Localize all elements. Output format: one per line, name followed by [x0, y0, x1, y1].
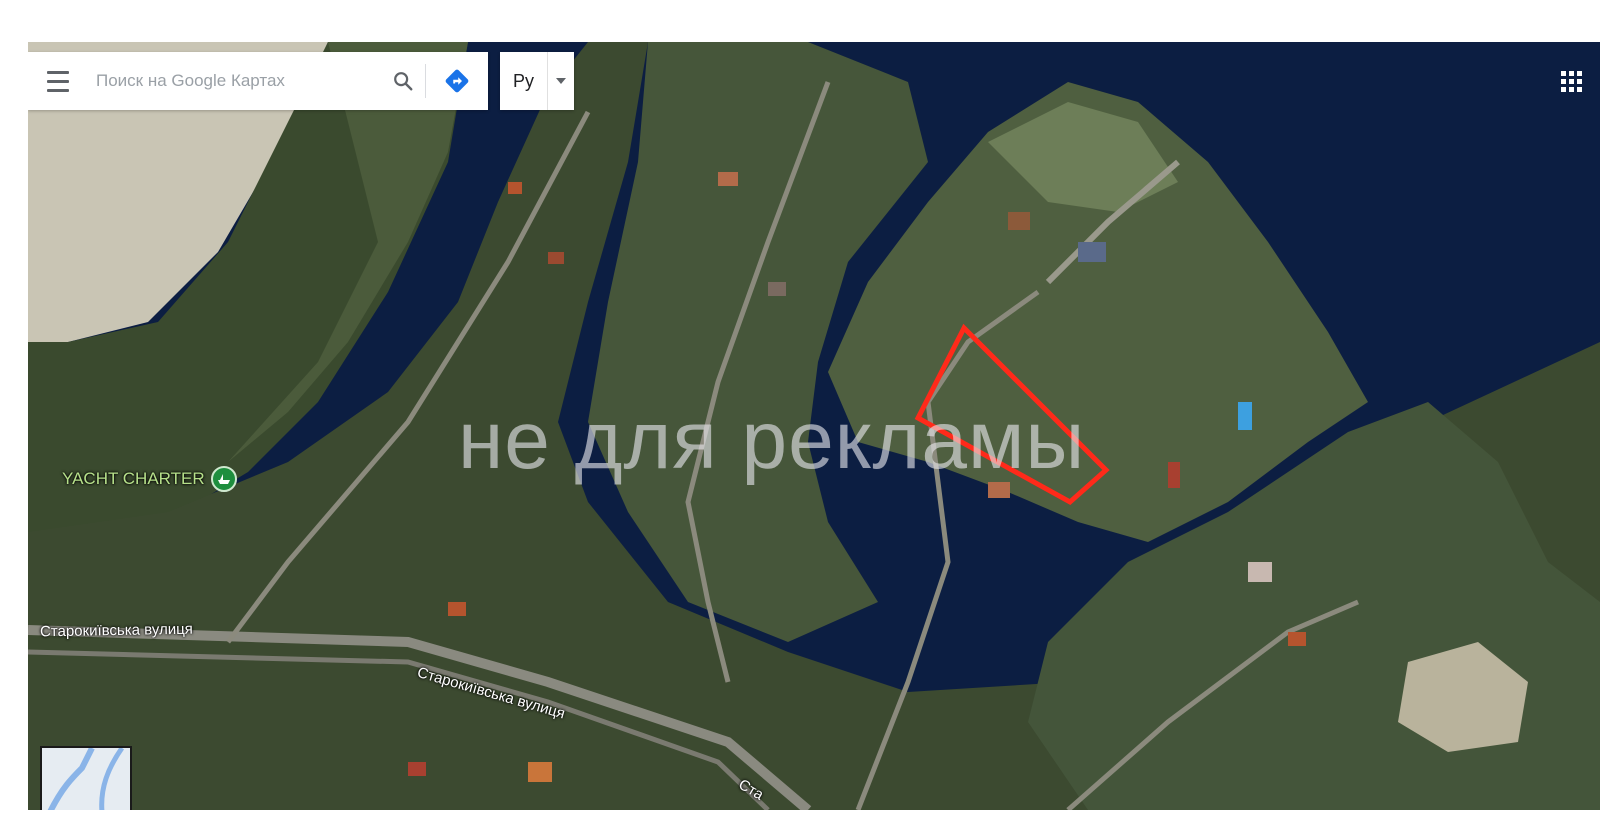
language-selector[interactable]: Ру	[500, 52, 574, 110]
language-label: Ру	[512, 70, 534, 91]
watermark: не для рекламы	[458, 395, 1086, 486]
street-label: Старокиївська вулиця	[39, 620, 193, 641]
chevron-down-icon[interactable]	[547, 52, 574, 110]
place-yacht-charter[interactable]: YACHT CHARTER	[62, 466, 237, 492]
search-box	[28, 52, 488, 110]
menu-icon[interactable]	[28, 52, 88, 110]
search-input[interactable]	[88, 71, 381, 91]
map-layer-thumbnail[interactable]	[40, 746, 132, 810]
apps-grid-icon[interactable]	[1556, 66, 1586, 96]
boat-icon[interactable]	[210, 466, 237, 492]
directions-icon[interactable]	[426, 52, 488, 110]
place-label: YACHT CHARTER	[62, 469, 205, 488]
satellite-map[interactable]: Ру YACHT CHARTER не для рекламы Старокиї…	[28, 42, 1600, 810]
search-icon[interactable]	[381, 52, 425, 110]
